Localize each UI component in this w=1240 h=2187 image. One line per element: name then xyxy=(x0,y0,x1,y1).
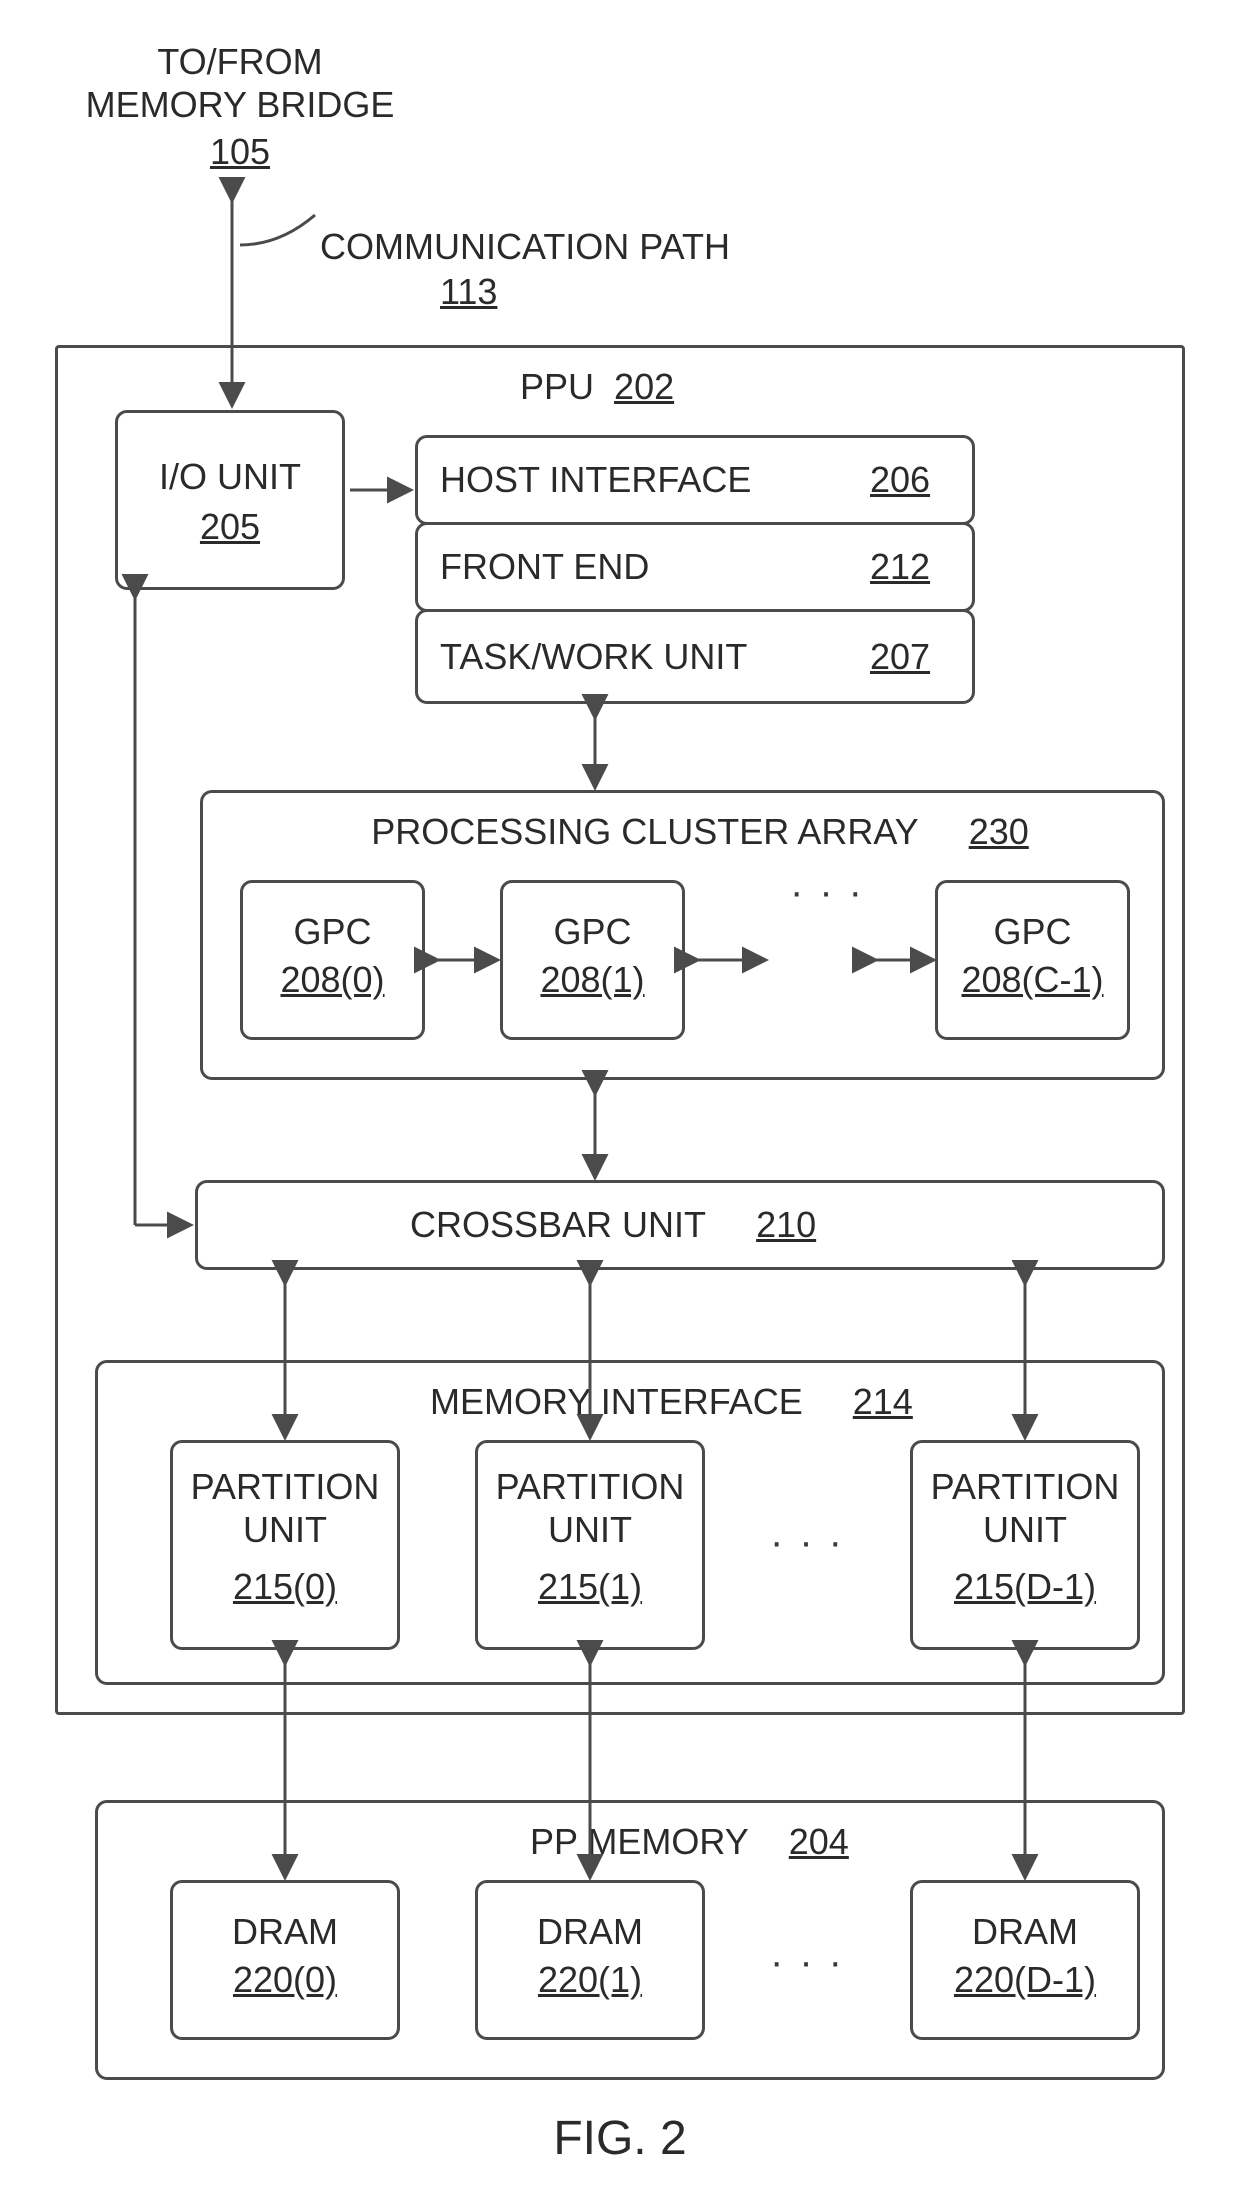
ppu-title: PPU 202 xyxy=(520,365,674,408)
dram-d-num: 220(D-1) xyxy=(910,1958,1140,2001)
tofrom-memory-bridge-num: 105 xyxy=(80,130,400,173)
dram-1-label: DRAM xyxy=(475,1910,705,1953)
gpc-ellipsis: ··· xyxy=(790,870,878,915)
gpc-0-num: 208(0) xyxy=(240,958,425,1001)
io-unit-label: I/O UNIT xyxy=(115,455,345,498)
diagram-canvas: TO/FROM MEMORY BRIDGE 105 COMMUNICATION … xyxy=(0,0,1240,2187)
crossbar-unit-label: CROSSBAR UNIT 210 xyxy=(410,1203,816,1246)
memory-interface-label: MEMORY INTERFACE 214 xyxy=(430,1380,913,1423)
io-unit-num: 205 xyxy=(115,505,345,548)
dram-0-label: DRAM xyxy=(170,1910,400,1953)
dram-ellipsis: ··· xyxy=(770,1940,858,1985)
partition-ellipsis: ··· xyxy=(770,1520,858,1565)
gpc-c-num: 208(C-1) xyxy=(935,958,1130,1001)
partition-unit-1-num: 215(1) xyxy=(475,1565,705,1608)
communication-path-label: COMMUNICATION PATH xyxy=(320,225,740,268)
partition-unit-d-label: PARTITION UNIT xyxy=(910,1465,1140,1551)
gpc-c-label: GPC xyxy=(935,910,1130,953)
tofrom-memory-bridge-label: TO/FROM MEMORY BRIDGE xyxy=(80,40,400,126)
partition-unit-1-label: PARTITION UNIT xyxy=(475,1465,705,1551)
task-work-unit-num: 207 xyxy=(870,635,930,678)
dram-0-num: 220(0) xyxy=(170,1958,400,2001)
io-unit-box xyxy=(115,410,345,590)
processing-cluster-array-label: PROCESSING CLUSTER ARRAY 230 xyxy=(350,810,1050,853)
dram-d-label: DRAM xyxy=(910,1910,1140,1953)
gpc-1-num: 208(1) xyxy=(500,958,685,1001)
partition-unit-0-num: 215(0) xyxy=(170,1565,400,1608)
gpc-1-label: GPC xyxy=(500,910,685,953)
pp-memory-label: PP MEMORY 204 xyxy=(530,1820,849,1863)
front-end-num: 212 xyxy=(870,545,930,588)
gpc-0-label: GPC xyxy=(240,910,425,953)
figure-label: FIG. 2 xyxy=(0,2110,1240,2168)
dram-1-num: 220(1) xyxy=(475,1958,705,2001)
partition-unit-d-num: 215(D-1) xyxy=(910,1565,1140,1608)
host-interface-label: HOST INTERFACE xyxy=(440,458,751,501)
front-end-label: FRONT END xyxy=(440,545,649,588)
host-interface-num: 206 xyxy=(870,458,930,501)
partition-unit-0-label: PARTITION UNIT xyxy=(170,1465,400,1551)
task-work-unit-label: TASK/WORK UNIT xyxy=(440,635,747,678)
commpath-leader xyxy=(240,215,325,265)
communication-path-num: 113 xyxy=(320,270,860,313)
